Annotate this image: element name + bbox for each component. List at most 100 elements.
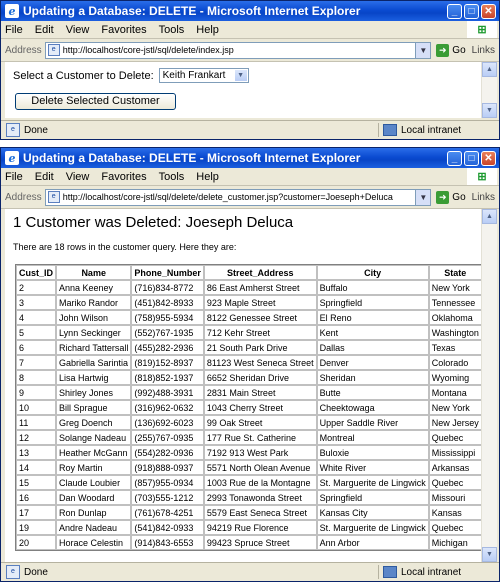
cell-street: 21 South Park Drive [203,340,317,355]
scroll-down-icon[interactable]: ▼ [482,103,497,118]
vertical-scrollbar[interactable]: ▲ ▼ [481,62,497,118]
menu-favorites[interactable]: Favorites [101,24,146,36]
menu-help[interactable]: Help [196,171,219,183]
table-row: 6 Richard Tattersall (455)282-2936 21 South… [16,340,482,355]
links-button[interactable]: Links [472,192,495,203]
cell-state: Oklahoma [428,310,482,325]
close-button[interactable]: ✕ [481,3,496,19]
cell-city: Montreal [316,430,429,445]
scroll-up-icon[interactable]: ▲ [482,62,497,77]
windows-logo-icon: ⊞ [467,168,497,185]
status-bar: e Done Local intranet [1,562,499,581]
address-dropdown-icon[interactable]: ▼ [416,41,432,59]
table-row: 20 Horace Celestin (914)843-6553 99423 Spru… [16,535,482,550]
windows-logo-icon: ⊞ [467,21,497,38]
cell-city: Buloxie [316,445,429,460]
zone-label: Local intranet [401,124,462,136]
cell-cust-id: 15 [16,475,57,490]
cell-city: Springfield [316,295,429,310]
go-button[interactable]: ➜ Go [436,190,466,204]
table-row: 16 Dan Woodard (703)555-1212 2993 Tonawonda… [16,490,482,505]
menu-file[interactable]: File [5,171,23,183]
cell-name: Ron Dunlap [56,505,132,520]
cell-state: New York [428,400,482,415]
cell-name: Greg Doench [56,415,132,430]
cell-cust-id: 2 [16,280,57,295]
intranet-icon [383,566,397,578]
cell-phone: (761)678-4251 [131,505,204,520]
scroll-down-icon[interactable]: ▼ [482,547,497,562]
cell-state: Washington [428,325,482,340]
maximize-button[interactable]: □ [464,150,479,166]
vertical-scrollbar[interactable]: ▲ ▼ [481,209,497,562]
col-cust-id: Cust_ID [16,265,57,280]
scroll-up-icon[interactable]: ▲ [482,209,497,224]
menu-favorites[interactable]: Favorites [101,171,146,183]
cell-cust-id: 4 [16,310,57,325]
go-button[interactable]: ➜ Go [436,43,466,57]
cell-phone: (818)852-1937 [131,370,204,385]
menu-help[interactable]: Help [196,24,219,36]
cell-street: 94219 Rue Florence [203,520,317,535]
cell-city: Dallas [316,340,429,355]
cell-state: Montana [428,385,482,400]
cell-cust-id: 10 [16,400,57,415]
table-row: 7 Gabriella Sarintia (819)152-8937 81123 We… [16,355,482,370]
minimize-button[interactable]: _ [447,3,462,19]
intranet-icon [383,124,397,136]
chevron-down-icon: ▼ [234,70,247,81]
address-input[interactable]: e http://localhost/core-jstl/sql/delete/… [44,188,417,206]
links-button[interactable]: Links [472,45,495,56]
cell-state: Mississippi [428,445,482,460]
cell-state: New York [428,280,482,295]
menu-view[interactable]: View [66,24,90,36]
menu-edit[interactable]: Edit [35,24,54,36]
cell-name: Lisa Hartwig [56,370,132,385]
customer-select-value: Keith Frankart [162,70,226,81]
address-dropdown-icon[interactable]: ▼ [416,188,432,206]
cell-street: 99 Oak Street [203,415,317,430]
close-button[interactable]: ✕ [481,150,496,166]
cell-name: Mariko Randor [56,295,132,310]
menu-tools[interactable]: Tools [159,171,185,183]
menu-view[interactable]: View [66,171,90,183]
cell-phone: (455)282-2936 [131,340,204,355]
cell-city: Kent [316,325,429,340]
page-heading: 1 Customer was Deleted: Joeseph Deluca [13,214,294,231]
title-bar[interactable]: e Updating a Database: DELETE - Microsof… [1,148,499,168]
cell-city: Butte [316,385,429,400]
cell-name: Anna Keeney [56,280,132,295]
title-bar[interactable]: e Updating a Database: DELETE - Microsof… [1,1,499,21]
customer-select[interactable]: Keith Frankart ▼ [158,68,249,83]
cell-street: 177 Rue St. Catherine [203,430,317,445]
delete-customer-button[interactable]: Delete Selected Customer [15,93,176,110]
cell-state: Colorado [428,355,482,370]
menu-edit[interactable]: Edit [35,171,54,183]
cell-name: Dan Woodard [56,490,132,505]
cell-city: Cheektowaga [316,400,429,415]
minimize-button[interactable]: _ [447,150,462,166]
address-bar: Address e http://localhost/core-jstl/sql… [1,39,499,62]
cell-phone: (857)955-0934 [131,475,204,490]
menu-tools[interactable]: Tools [159,24,185,36]
col-street-address: Street_Address [203,265,317,280]
table-row: 5 Lynn Seckinger (552)767-1935 712 Kehr Str… [16,325,482,340]
cell-street: 6652 Sheridan Drive [203,370,317,385]
cell-cust-id: 19 [16,520,57,535]
col-city: City [316,265,429,280]
menu-file[interactable]: File [5,24,23,36]
cell-street: 712 Kehr Street [203,325,317,340]
cell-street: 81123 West Seneca Street [203,355,317,370]
row-count-text: There are 18 rows in the customer query.… [13,242,237,252]
address-input[interactable]: e http://localhost/core-jstl/sql/delete/… [44,41,417,59]
address-bar: Address e http://localhost/core-jstl/sql… [1,186,499,209]
cell-phone: (541)842-0933 [131,520,204,535]
maximize-button[interactable]: □ [464,3,479,19]
col-phone-number: Phone_Number [131,265,204,280]
cell-phone: (758)955-5934 [131,310,204,325]
cell-state: Arkansas [428,460,482,475]
address-label: Address [5,191,42,203]
status-page-icon: e [6,123,20,137]
address-url: http://localhost/core-jstl/sql/delete/de… [62,192,393,202]
col-state: State [428,265,482,280]
